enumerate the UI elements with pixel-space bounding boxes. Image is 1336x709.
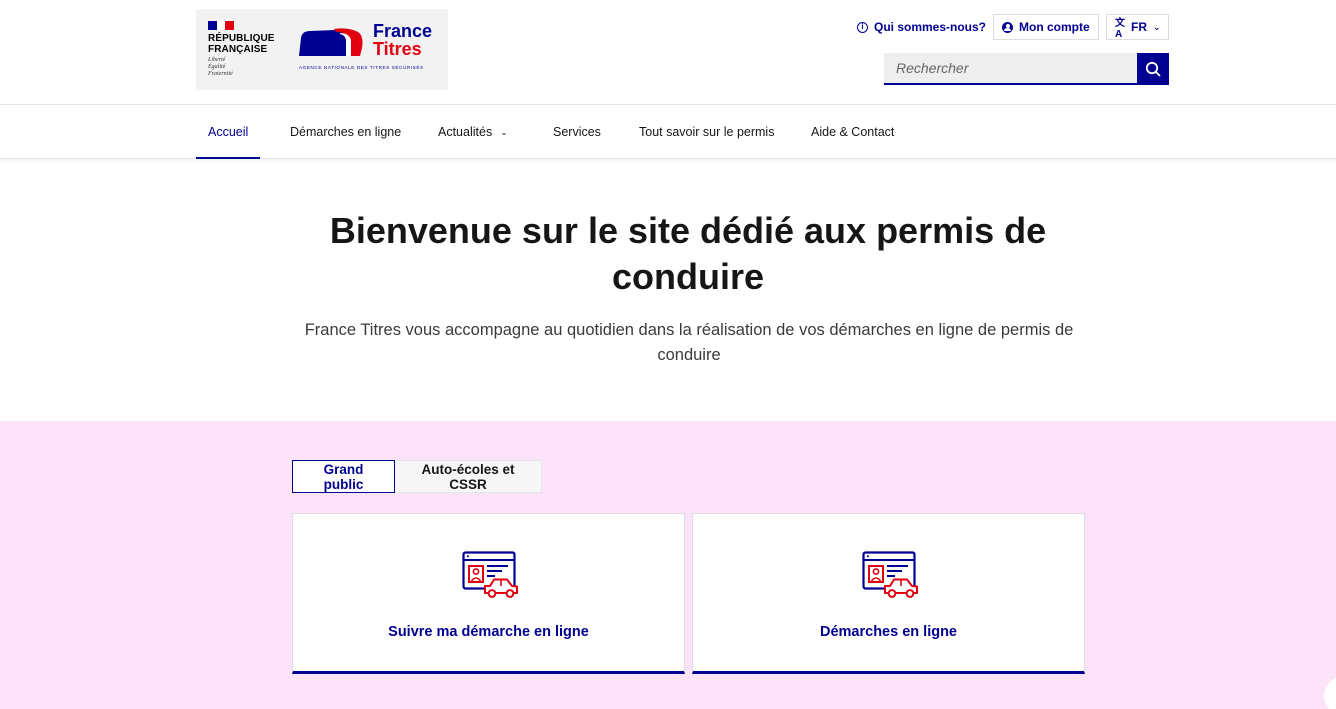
france-titres-logo-icon [299, 28, 363, 56]
card-demarches-en-ligne[interactable]: Démarches en ligne [692, 513, 1085, 674]
motto-liberte: Liberté [208, 57, 226, 63]
site-tagline: AGENCE NATIONALE DES TITRES SÉCURISÉS [299, 65, 424, 70]
translate-icon: 文A [1115, 18, 1125, 40]
nav-item-label: Démarches en ligne [290, 125, 402, 139]
tab-grand-public[interactable]: Grand public [292, 460, 395, 493]
republique-francaise-label: RÉPUBLIQUE FRANÇAISE [208, 33, 275, 55]
france-titres-name: France Titres [373, 22, 432, 58]
site-header: RÉPUBLIQUE FRANÇAISE Liberté Égalité Fra… [0, 0, 1336, 105]
info-icon: i [857, 21, 868, 33]
card-label: Démarches en ligne [820, 624, 957, 640]
user-icon [1002, 21, 1013, 33]
search-icon [1145, 61, 1161, 77]
search-button[interactable] [1137, 53, 1169, 85]
main-navigation: Accueil Démarches en ligne Actualités ⌄ … [0, 105, 1336, 159]
search-bar [884, 53, 1169, 85]
nav-item-label: Tout savoir sur le permis [639, 125, 775, 139]
motto-fraternite: Fraternité [208, 71, 233, 77]
search-input[interactable] [884, 53, 1137, 85]
nav-item-tout-savoir[interactable]: Tout savoir sur le permis [639, 105, 774, 159]
gov-brand-line1: RÉPUBLIQUE [208, 33, 275, 44]
about-label: Qui sommes-nous? [874, 20, 987, 34]
nav-item-label: Services [553, 125, 601, 139]
marianne-flag-icon [208, 21, 235, 30]
nav-item-label: Accueil [208, 125, 249, 139]
nav-item-actualites[interactable]: Actualités ⌄ [438, 105, 508, 159]
language-label: FR [1131, 20, 1147, 34]
motto-egalite: Égalité [208, 64, 226, 70]
nav-item-label: Actualités [438, 125, 493, 139]
page-subtitle: France Titres vous accompagne au quotidi… [304, 321, 1074, 364]
site-brand-line1: France [373, 21, 433, 41]
page-title: Bienvenue sur le site dédié aux permis d… [329, 210, 1047, 297]
nav-item-demarches[interactable]: Démarches en ligne [290, 105, 401, 159]
card-label: Suivre ma démarche en ligne [388, 624, 589, 640]
nav-item-aide-contact[interactable]: Aide & Contact [811, 105, 894, 159]
tab-auto-ecoles[interactable]: Auto-écoles et CSSR [395, 460, 542, 493]
language-selector[interactable]: 文A FR ⌄ [1106, 14, 1169, 40]
chevron-down-icon: ⌄ [500, 126, 508, 137]
nav-item-accueil[interactable]: Accueil [195, 105, 261, 159]
license-car-icon [462, 551, 518, 598]
site-brand-line2: Titres [373, 39, 422, 59]
nav-item-label: Aide & Contact [811, 125, 895, 139]
account-button[interactable]: Mon compte [993, 14, 1099, 40]
about-link[interactable]: i Qui sommes-nous? [857, 14, 986, 40]
card-suivre-demarche[interactable]: Suivre ma démarche en ligne [292, 513, 685, 674]
chevron-down-icon: ⌄ [1153, 21, 1161, 32]
account-label: Mon compte [1019, 20, 1090, 34]
nav-item-services[interactable]: Services [553, 105, 601, 159]
republic-motto: Liberté Égalité Fraternité [208, 57, 233, 78]
gov-brand-line2: FRANÇAISE [208, 44, 268, 55]
license-car-icon [862, 551, 918, 598]
home-logo-link[interactable]: RÉPUBLIQUE FRANÇAISE Liberté Égalité Fra… [196, 9, 448, 90]
